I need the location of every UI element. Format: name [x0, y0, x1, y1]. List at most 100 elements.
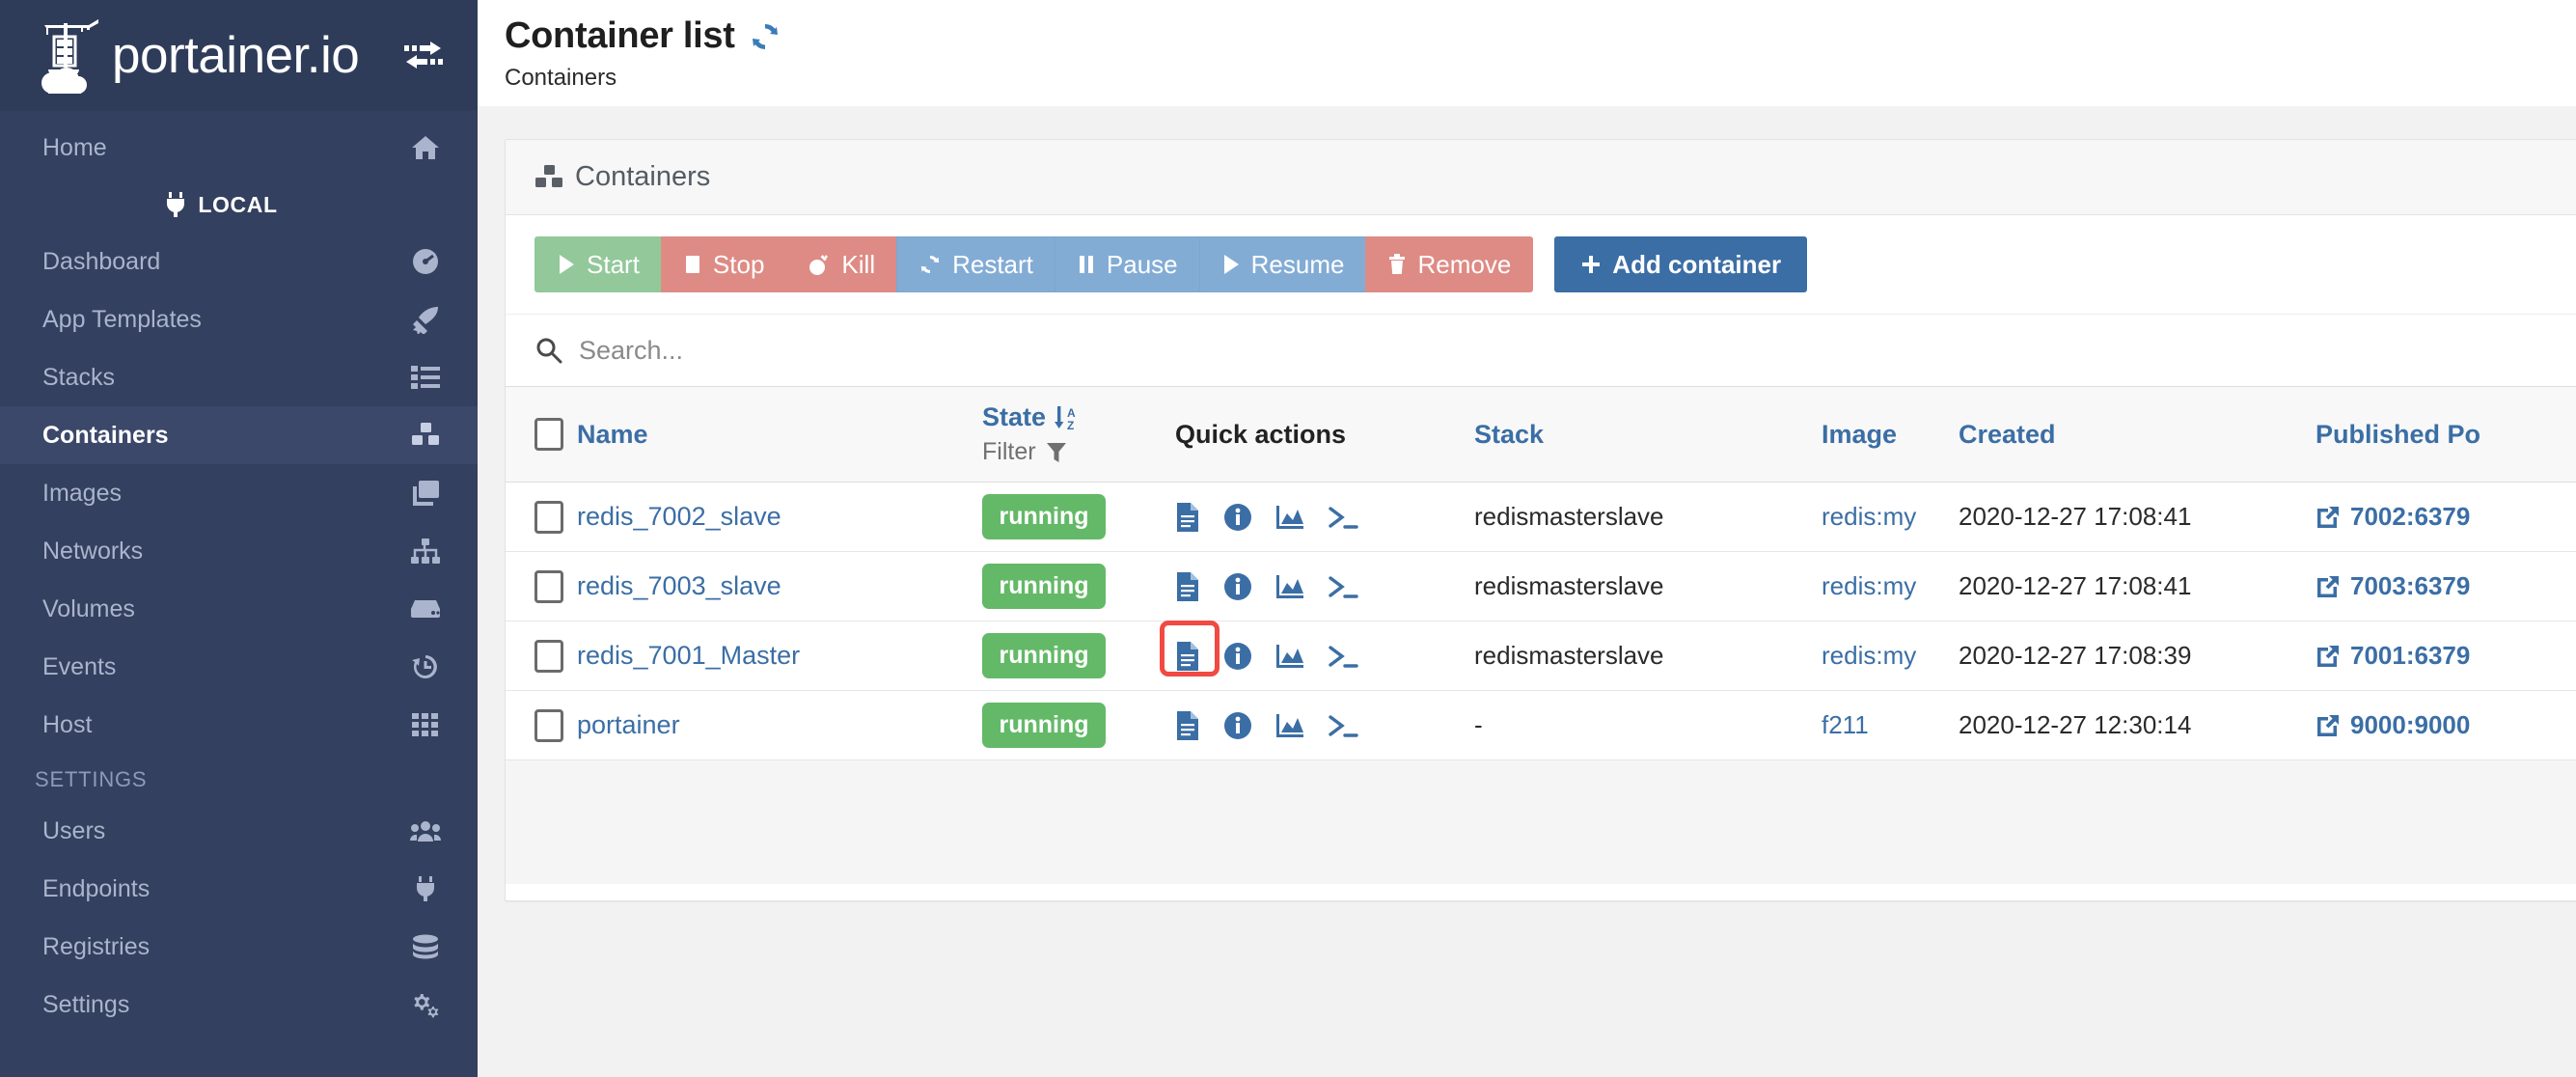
sidebar-item-label: Containers	[42, 421, 169, 449]
console-icon[interactable]	[1328, 573, 1358, 600]
sidebar-item-endpoints[interactable]: Endpoints	[0, 860, 478, 918]
console-icon[interactable]	[1328, 643, 1358, 670]
row-checkbox[interactable]	[534, 639, 563, 673]
sync-icon	[918, 253, 942, 276]
row-published-ports-cell: 7003:6379	[2316, 551, 2576, 621]
row-name-cell: redis_7002_slave	[577, 482, 982, 552]
exchange-arrows-icon[interactable]	[398, 37, 449, 75]
add-container-label: Add container	[1612, 249, 1782, 279]
stop-button[interactable]: Stop	[660, 236, 786, 292]
stats-chart-icon[interactable]	[1275, 712, 1304, 739]
logs-icon[interactable]	[1175, 571, 1200, 602]
select-all-checkbox[interactable]	[534, 418, 563, 451]
row-checkbox[interactable]	[534, 500, 563, 534]
image-link[interactable]: f211	[1822, 710, 1869, 739]
external-link-icon	[2316, 713, 2341, 738]
sidebar-item-host[interactable]: Host	[0, 696, 478, 754]
logs-icon[interactable]	[1175, 502, 1200, 533]
container-name-link[interactable]: redis_7002_slave	[577, 502, 781, 531]
search-input[interactable]	[579, 335, 2576, 366]
column-header-image[interactable]: Image	[1822, 387, 1959, 483]
sidebar-item-label: Networks	[42, 537, 144, 565]
rocket-icon	[408, 305, 443, 334]
sidebar-item-events[interactable]: Events	[0, 638, 478, 696]
sidebar-item-settings[interactable]: Settings	[0, 976, 478, 1034]
sidebar-item-volumes[interactable]: Volumes	[0, 580, 478, 638]
state-sort-control[interactable]: State A Z	[982, 402, 1175, 432]
row-stack-cell: redismasterslave	[1474, 621, 1822, 691]
sidebar-item-home[interactable]: Home	[0, 119, 478, 177]
table-row[interactable]: redis_7003_slave running redismasterslav…	[506, 551, 2576, 621]
refresh-icon[interactable]	[749, 20, 781, 53]
table-body: redis_7002_slave running redismasterslav…	[506, 482, 2576, 760]
stats-chart-icon[interactable]	[1275, 504, 1304, 531]
brand-logo-wrap[interactable]: portainer.io	[35, 15, 398, 97]
column-header-quick-actions: Quick actions	[1175, 387, 1474, 483]
sidebar-item-label: App Templates	[42, 305, 202, 333]
published-port-link[interactable]: 7003:6379	[2350, 571, 2470, 601]
row-checkbox[interactable]	[534, 708, 563, 742]
info-icon[interactable]	[1223, 572, 1252, 601]
row-select-cell	[506, 482, 577, 552]
table-row[interactable]: redis_7002_slave running redismasterslav…	[506, 482, 2576, 552]
sidebar-brand: portainer.io	[0, 0, 478, 111]
pause-button-label: Pause	[1106, 249, 1178, 279]
sidebar-item-stacks[interactable]: Stacks	[0, 348, 478, 406]
console-icon[interactable]	[1328, 712, 1358, 739]
column-header-name[interactable]: Name	[577, 387, 982, 483]
sidebar-item-networks[interactable]: Networks	[0, 522, 478, 580]
logs-icon[interactable]	[1175, 710, 1200, 741]
restart-button[interactable]: Restart	[896, 236, 1055, 292]
sidebar-item-registries[interactable]: Registries	[0, 918, 478, 976]
stats-chart-icon[interactable]	[1275, 643, 1304, 670]
add-container-button[interactable]: Add container	[1554, 236, 1808, 292]
kill-button[interactable]: Kill	[785, 236, 897, 292]
column-header-stack[interactable]: Stack	[1474, 387, 1822, 483]
table-row[interactable]: portainer running - f211 2020-12-27 12:3…	[506, 690, 2576, 760]
sidebar-item-app-templates[interactable]: App Templates	[0, 290, 478, 348]
stop-button-label: Stop	[712, 249, 765, 279]
start-button[interactable]: Start	[534, 236, 661, 292]
info-icon[interactable]	[1223, 642, 1252, 671]
remove-button[interactable]: Remove	[1365, 236, 1534, 292]
row-select-cell	[506, 621, 577, 691]
info-icon[interactable]	[1223, 503, 1252, 532]
plus-icon	[1580, 254, 1602, 275]
info-icon[interactable]	[1223, 711, 1252, 740]
status-badge: running	[982, 703, 1106, 748]
status-badge: running	[982, 633, 1106, 678]
sidebar-item-dashboard[interactable]: Dashboard	[0, 233, 478, 290]
sidebar-item-images[interactable]: Images	[0, 464, 478, 522]
search-icon	[534, 336, 563, 365]
state-filter-control[interactable]: Filter	[982, 438, 1175, 466]
sidebar-item-label: Volumes	[42, 594, 135, 622]
published-port-link[interactable]: 7001:6379	[2350, 641, 2470, 671]
resume-button[interactable]: Resume	[1198, 236, 1366, 292]
sidebar-item-containers[interactable]: Containers	[0, 406, 478, 464]
pause-button[interactable]: Pause	[1054, 236, 1199, 292]
image-link[interactable]: redis:my	[1822, 571, 1916, 600]
column-header-published-ports[interactable]: Published Po	[2316, 387, 2576, 483]
container-name-link[interactable]: portainer	[577, 710, 680, 739]
image-link[interactable]: redis:my	[1822, 641, 1916, 670]
container-name-link[interactable]: redis_7003_slave	[577, 571, 781, 600]
console-icon[interactable]	[1328, 504, 1358, 531]
sidebar-item-users[interactable]: Users	[0, 802, 478, 860]
container-name-link[interactable]: redis_7001_Master	[577, 641, 800, 670]
logs-icon[interactable]	[1175, 641, 1200, 672]
plug-icon	[165, 191, 186, 218]
panel-title: Containers	[575, 161, 711, 192]
stats-chart-icon[interactable]	[1275, 573, 1304, 600]
list-icon	[408, 363, 443, 392]
row-name-cell: redis_7001_Master	[577, 621, 982, 691]
published-port-link[interactable]: 7002:6379	[2350, 502, 2470, 532]
published-port-link[interactable]: 9000:9000	[2350, 710, 2470, 740]
image-link[interactable]: redis:my	[1822, 502, 1916, 531]
row-image-cell: redis:my	[1822, 551, 1959, 621]
column-header-created[interactable]: Created	[1959, 387, 2316, 483]
start-button-label: Start	[587, 249, 640, 279]
pause-icon	[1077, 254, 1096, 275]
row-checkbox[interactable]	[534, 569, 563, 603]
table-row[interactable]: redis_7001_Master running redismastersla…	[506, 620, 2576, 691]
sidebar-endpoint-local: LOCAL	[0, 177, 478, 233]
